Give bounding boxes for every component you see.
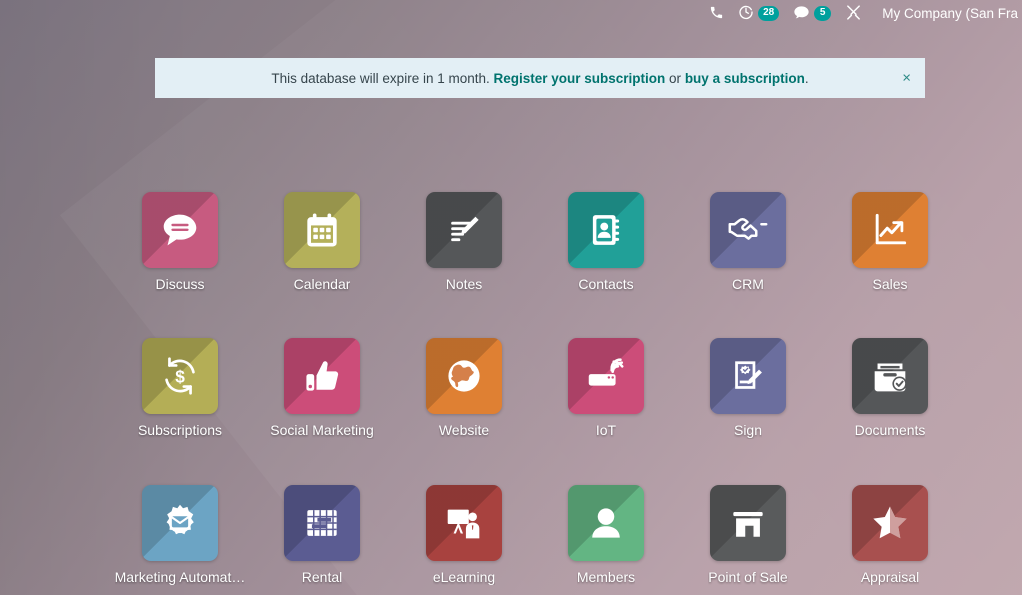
app-label: Sign	[733, 423, 763, 439]
app-label: Social Marketing	[270, 423, 374, 439]
appraisal-tile	[852, 484, 928, 561]
clock-activity-icon	[738, 4, 754, 22]
gantt-grid-icon	[300, 501, 344, 545]
app-label: Notes	[445, 277, 483, 292]
thumbs-up-icon	[300, 354, 344, 398]
crm-tile	[710, 192, 786, 268]
app-label: CRM	[732, 277, 764, 292]
app-label: Rental	[301, 569, 343, 585]
banner-suffix: .	[804, 70, 809, 86]
speech-bubble-icon	[157, 207, 203, 253]
messages-count-badge: 5	[814, 5, 832, 21]
app-calendar[interactable]: Calendar	[251, 192, 393, 292]
members-tile	[568, 484, 644, 561]
chat-bubble-icon	[793, 5, 810, 22]
subscriptions-tile: $	[142, 338, 218, 415]
app-label: eLearning	[432, 569, 496, 585]
app-elearning[interactable]: eLearning	[393, 484, 535, 585]
app-label: Members	[576, 569, 636, 585]
notes-tile	[426, 192, 502, 268]
discuss-tile	[142, 192, 218, 268]
sign-tile	[710, 338, 786, 415]
svg-text:$: $	[175, 367, 185, 387]
phone-button[interactable]	[709, 5, 724, 22]
sales-tile	[852, 192, 928, 268]
app-point-of-sale[interactable]: Point of Sale	[677, 484, 819, 585]
app-label: IoT	[595, 423, 617, 439]
close-icon[interactable]: ×	[902, 71, 911, 86]
apps-grid: Discuss Calendar Notes Contacts CRM Sale…	[109, 192, 979, 595]
buy-subscription-link[interactable]: buy a subscription	[685, 71, 805, 86]
app-label: Documents	[854, 423, 926, 439]
register-subscription-link[interactable]: Register your subscription	[494, 71, 666, 86]
chart-arrow-up-icon	[868, 208, 912, 252]
app-members[interactable]: Members	[535, 484, 677, 585]
banner-message: This database will expire in 1 month. Re…	[271, 71, 808, 86]
messaging-menu-button[interactable]: 5	[793, 5, 832, 22]
app-label: Discuss	[155, 277, 205, 292]
point-of-sale-tile	[710, 484, 786, 561]
app-label: Subscriptions	[137, 423, 223, 439]
app-marketing-automation[interactable]: Marketing Automat…	[109, 484, 251, 585]
calendar-tile	[284, 192, 360, 268]
app-crm[interactable]: CRM	[677, 192, 819, 292]
iot-tile	[568, 338, 644, 415]
company-name[interactable]: My Company (San Fra	[876, 6, 1018, 21]
handshake-icon	[725, 207, 771, 253]
app-label: Website	[438, 423, 490, 439]
recurring-dollar-icon: $	[157, 353, 203, 399]
file-tray-check-icon	[867, 353, 913, 399]
calendar-icon	[300, 208, 344, 252]
person-icon	[584, 501, 628, 545]
app-label: Calendar	[293, 277, 351, 292]
marketing-automation-tile	[142, 484, 218, 561]
app-notes[interactable]: Notes	[393, 192, 535, 292]
app-rental[interactable]: Rental	[251, 484, 393, 585]
app-label: Marketing Automat…	[114, 569, 246, 585]
database-expiration-banner: This database will expire in 1 month. Re…	[155, 58, 925, 98]
activity-count-badge: 28	[758, 5, 780, 21]
app-discuss[interactable]: Discuss	[109, 192, 251, 292]
app-label: Contacts	[578, 277, 634, 292]
app-sign[interactable]: Sign	[677, 338, 819, 438]
systray: 28 5 My Company (San Fra	[0, 0, 1022, 26]
app-label: Point of Sale	[708, 569, 788, 585]
whiteboard-teacher-icon	[441, 500, 487, 546]
router-wifi-icon	[583, 353, 629, 399]
contacts-tile	[568, 192, 644, 268]
social-marketing-tile	[284, 338, 360, 415]
elearning-tile	[426, 484, 502, 561]
half-star-icon	[868, 501, 912, 545]
shop-front-icon	[726, 501, 770, 545]
app-documents[interactable]: Documents	[819, 338, 961, 438]
note-pencil-icon	[442, 208, 486, 252]
address-book-icon	[585, 209, 627, 251]
app-iot[interactable]: IoT	[535, 338, 677, 438]
app-label: Appraisal	[860, 569, 920, 585]
banner-middle: or	[665, 70, 685, 86]
app-label: Sales	[872, 277, 908, 292]
app-social-marketing[interactable]: Social Marketing	[251, 338, 393, 438]
documents-tile	[852, 338, 928, 415]
activity-menu-button[interactable]: 28	[738, 4, 780, 22]
app-website[interactable]: Website	[393, 338, 535, 438]
banner-prefix: This database will expire in 1 month.	[271, 70, 494, 86]
rental-tile	[284, 484, 360, 561]
app-appraisal[interactable]: Appraisal	[819, 484, 961, 585]
document-sign-icon	[726, 354, 770, 398]
app-contacts[interactable]: Contacts	[535, 192, 677, 292]
app-subscriptions[interactable]: $ Subscriptions	[109, 338, 251, 438]
globe-icon	[442, 354, 486, 398]
app-sales[interactable]: Sales	[819, 192, 961, 292]
gear-envelope-icon	[157, 500, 203, 546]
website-tile	[426, 338, 502, 415]
phone-icon	[709, 5, 724, 22]
wrench-screwdriver-icon	[845, 4, 862, 23]
debug-tools-button[interactable]	[845, 4, 862, 23]
